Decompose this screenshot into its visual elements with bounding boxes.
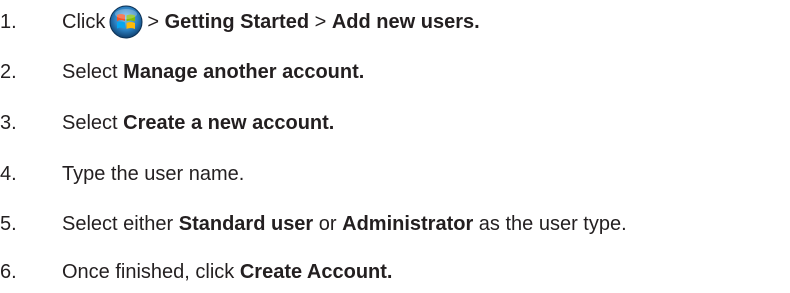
step-number: 5. <box>0 212 17 235</box>
step-text: Type the user name. <box>62 163 244 186</box>
step-text-bold: Administrator <box>342 212 474 235</box>
step-text-part: Click <box>62 10 106 33</box>
step-text: Click > Getting Started > Add new users. <box>62 5 480 39</box>
step-text-part: Select <box>62 60 124 83</box>
step-text-part: Type the user name. <box>62 162 245 185</box>
windows-start-orb-icon <box>109 5 143 39</box>
step-1: 1. Click > Getting Started > Add new use… <box>0 2 480 42</box>
step-text-bold: Create Account. <box>239 260 393 283</box>
step-text-bold: Getting Started <box>164 10 310 33</box>
step-3: 3. Select Create a new account. <box>0 103 334 143</box>
step-text-bold: Create a new account. <box>123 111 335 134</box>
step-2: 2. Select Manage another account. <box>0 52 364 92</box>
step-text-bold: Standard user <box>178 212 314 235</box>
step-text-part: Select either <box>62 212 179 235</box>
step-number: 6. <box>0 260 17 283</box>
step-number: 4. <box>0 162 17 185</box>
step-text-part: Select <box>62 111 124 134</box>
step-text-part: as the user type. <box>473 212 627 235</box>
step-text: Select Manage another account. <box>62 61 364 84</box>
step-text: Select either Standard user or Administr… <box>62 213 627 236</box>
step-text: Once finished, click Create Account. <box>62 261 393 284</box>
step-text-part: Once finished, click <box>62 260 240 283</box>
step-text-bold: Add new users. <box>331 10 480 33</box>
step-5: 5. Select either Standard user or Admini… <box>0 204 627 244</box>
step-text-bold: Manage another account. <box>123 60 365 83</box>
step-6: 6. Once finished, click Create Account. <box>0 252 393 292</box>
step-text-part: > <box>309 10 332 33</box>
step-number: 3. <box>0 111 17 134</box>
step-text-part: or <box>313 212 343 235</box>
step-text-part: > <box>147 10 165 33</box>
step-4: 4. Type the user name. <box>0 154 244 194</box>
step-number: 1. <box>0 10 17 33</box>
step-number: 2. <box>0 60 17 83</box>
step-text: Select Create a new account. <box>62 112 334 135</box>
